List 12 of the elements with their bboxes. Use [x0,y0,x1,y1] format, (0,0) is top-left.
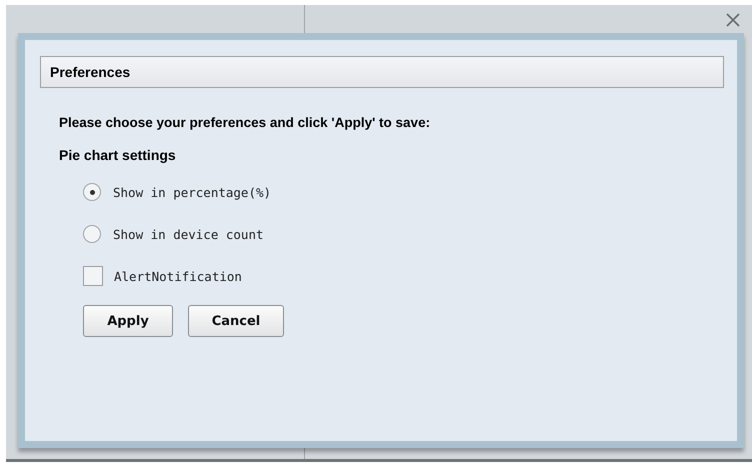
radio-button[interactable] [83,183,101,201]
instruction-text: Please choose your preferences and click 'Apply' to save: [59,115,432,130]
section-heading: Pie chart settings [59,147,177,163]
option-label: AlertNotification [114,268,242,284]
option-label: Show in percentage(%) [113,184,272,200]
option-label: Show in device count [113,226,264,242]
dialog-button[interactable]: Apply [83,305,173,337]
close-icon[interactable] [725,12,741,28]
dialog-button[interactable]: Cancel [188,305,284,337]
checkbox[interactable] [83,266,103,286]
radio-button[interactable] [83,225,101,243]
dialog-title: Preferences [40,56,724,88]
